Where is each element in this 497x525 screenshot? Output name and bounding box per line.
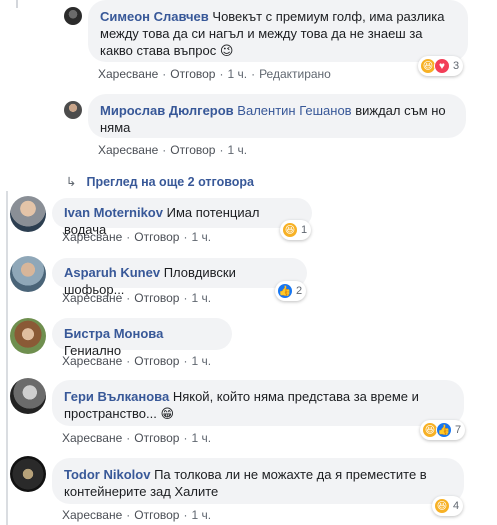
like-link[interactable]: Харесване	[62, 354, 122, 368]
reply-link[interactable]: Отговор	[170, 67, 215, 81]
avatar[interactable]	[10, 256, 46, 292]
like-link[interactable]: Харесване	[62, 291, 122, 305]
reaction-summary[interactable]: 😆 1	[280, 220, 312, 240]
comment-actions: Харесване · Отговор · 1 ч.	[62, 431, 212, 445]
comment-actions: Харесване · Отговор · 1 ч. · Редактирано	[98, 67, 331, 81]
like-link[interactable]: Харесване	[62, 508, 122, 522]
reaction-count: 4	[453, 500, 460, 512]
like-link[interactable]: Харесване	[62, 230, 122, 244]
comment-bubble: Asparuh Kunev Пловдивски шофьор...	[52, 258, 307, 297]
reaction-count: 2	[296, 285, 303, 297]
like-link[interactable]: Харесване	[62, 431, 122, 445]
comment-author[interactable]: Ivan Moternikov	[64, 205, 163, 220]
timestamp[interactable]: 1 ч.	[191, 508, 211, 522]
comment-actions: Харесване · Отговор · 1 ч.	[98, 143, 248, 157]
timestamp[interactable]: 1 ч.	[191, 230, 211, 244]
timestamp[interactable]: 1 ч.	[191, 354, 211, 368]
comment-bubble: Ivan Moternikov Има потенциал водача	[52, 198, 312, 237]
reply-link[interactable]: Отговор	[134, 508, 179, 522]
comment-author[interactable]: Asparuh Kunev	[64, 265, 160, 280]
reaction-count: 7	[455, 424, 462, 436]
reply-arrow-icon: ↳	[66, 175, 77, 189]
reaction-count: 1	[301, 224, 308, 236]
avatar[interactable]	[10, 378, 46, 414]
reaction-summary[interactable]: 👍 2	[275, 281, 307, 301]
comment-bubble: Todor Nikolov Па толкова ли не можахте д…	[52, 458, 464, 504]
like-link[interactable]: Харесване	[98, 67, 158, 81]
comment-bubble: Гери Вълканова Някой, който няма предста…	[52, 380, 464, 426]
comment-actions: Харесване · Отговор · 1 ч.	[62, 508, 212, 522]
comment-bubble: Симеон Славчев Човекът с премиум голф, и…	[88, 0, 468, 62]
avatar[interactable]	[10, 196, 46, 232]
reply-link[interactable]: Отговор	[134, 354, 179, 368]
love-icon: ♥	[434, 58, 450, 74]
view-more-replies-link[interactable]: ↳ Преглед на още 2 отговора	[66, 174, 254, 189]
reply-link[interactable]: Отговор	[134, 230, 179, 244]
haha-icon: 😆	[282, 222, 298, 238]
comment-author[interactable]: Гери Вълканова	[64, 389, 169, 404]
mention-link[interactable]: Валентин Гешанов	[237, 103, 351, 118]
view-more-replies-label: Преглед на още 2 отговора	[86, 175, 254, 189]
timestamp[interactable]: 1 ч.	[191, 291, 211, 305]
avatar[interactable]	[10, 456, 46, 492]
avatar[interactable]	[64, 101, 82, 119]
comment-author[interactable]: Мирослав Дюлгеров	[100, 103, 234, 118]
like-icon: 👍	[436, 422, 452, 438]
reply-link[interactable]: Отговор	[134, 431, 179, 445]
like-icon: 👍	[277, 283, 293, 299]
reply-link[interactable]: Отговор	[134, 291, 179, 305]
timestamp[interactable]: 1 ч.	[227, 67, 247, 81]
comment-bubble: Мирослав Дюлгеров Валентин Гешанов вижда…	[88, 94, 466, 138]
comment-actions: Харесване · Отговор · 1 ч.	[62, 230, 212, 244]
avatar[interactable]	[10, 318, 46, 354]
like-link[interactable]: Харесване	[98, 143, 158, 157]
comment-author[interactable]: Бистра Монова	[64, 326, 163, 341]
comment-actions: Харесване · Отговор · 1 ч.	[62, 354, 212, 368]
comment-thread-line	[6, 191, 8, 525]
reaction-count: 3	[453, 60, 460, 72]
avatar[interactable]	[64, 7, 82, 25]
timestamp[interactable]: 1 ч.	[191, 431, 211, 445]
reaction-summary[interactable]: 😆 👍 7	[420, 420, 466, 440]
reply-link[interactable]: Отговор	[170, 143, 215, 157]
haha-icon: 😆	[434, 498, 450, 514]
comment-author[interactable]: Todor Nikolov	[64, 467, 150, 482]
reaction-summary[interactable]: 😆 ♥ 3	[418, 56, 464, 76]
reaction-summary[interactable]: 😆 4	[432, 496, 464, 516]
edited-label: Редактирано	[259, 67, 331, 81]
comment-bubble: Бистра Монова Гениално	[52, 318, 232, 358]
comment-actions: Харесване · Отговор · 1 ч.	[62, 291, 212, 305]
thread-line	[16, 0, 18, 8]
timestamp[interactable]: 1 ч.	[227, 143, 247, 157]
comment-author[interactable]: Симеон Славчев	[100, 9, 209, 24]
